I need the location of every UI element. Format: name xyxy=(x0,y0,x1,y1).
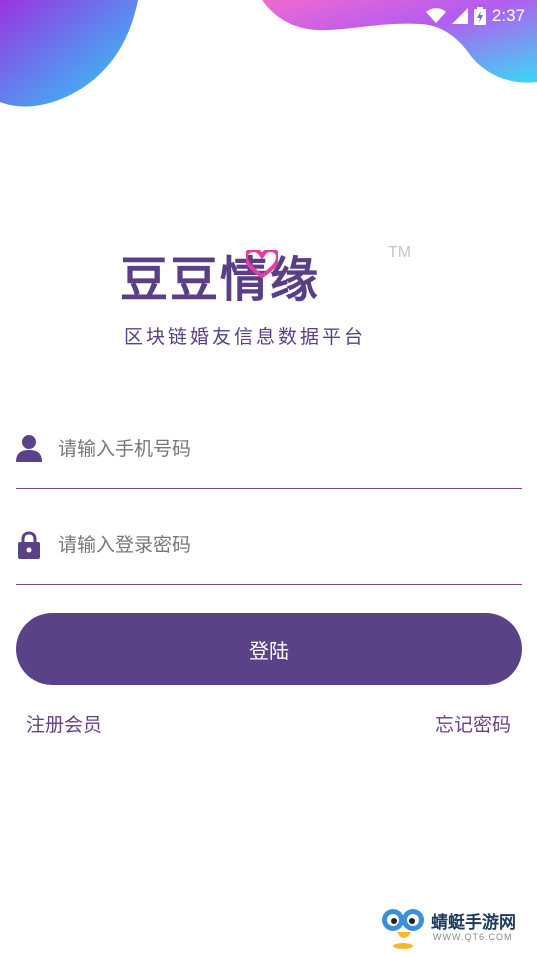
battery-icon xyxy=(473,7,486,25)
watermark: 蜻蜓手游网 WWW.QT6.COM xyxy=(379,906,529,950)
phone-input[interactable] xyxy=(56,430,500,468)
logo-subtitle: 区块链婚友信息数据平台 xyxy=(124,326,367,348)
user-icon xyxy=(16,435,42,462)
logo-title: 豆豆情缘 xyxy=(120,252,321,308)
wifi-icon xyxy=(425,8,446,23)
login-button[interactable]: 登陆 xyxy=(16,613,522,685)
app-logo: 豆豆情缘 TM 区块链婚友信息数据平台 xyxy=(118,240,428,350)
trademark-mark: TM xyxy=(388,244,412,261)
register-link[interactable]: 注册会员 xyxy=(26,710,102,737)
dragonfly-mascot-icon xyxy=(382,909,424,949)
password-field xyxy=(16,522,522,585)
password-input[interactable] xyxy=(56,526,500,564)
signal-icon xyxy=(451,8,468,24)
lock-icon xyxy=(18,531,40,559)
status-bar: 2:37 xyxy=(377,0,537,32)
phone-field xyxy=(16,426,522,489)
forgot-password-link[interactable]: 忘记密码 xyxy=(435,710,511,737)
watermark-name: 蜻蜓手游网 xyxy=(431,913,516,933)
status-time: 2:37 xyxy=(491,6,525,25)
watermark-url: WWW.QT6.COM xyxy=(433,932,513,942)
heart-logo-icon xyxy=(246,250,278,278)
